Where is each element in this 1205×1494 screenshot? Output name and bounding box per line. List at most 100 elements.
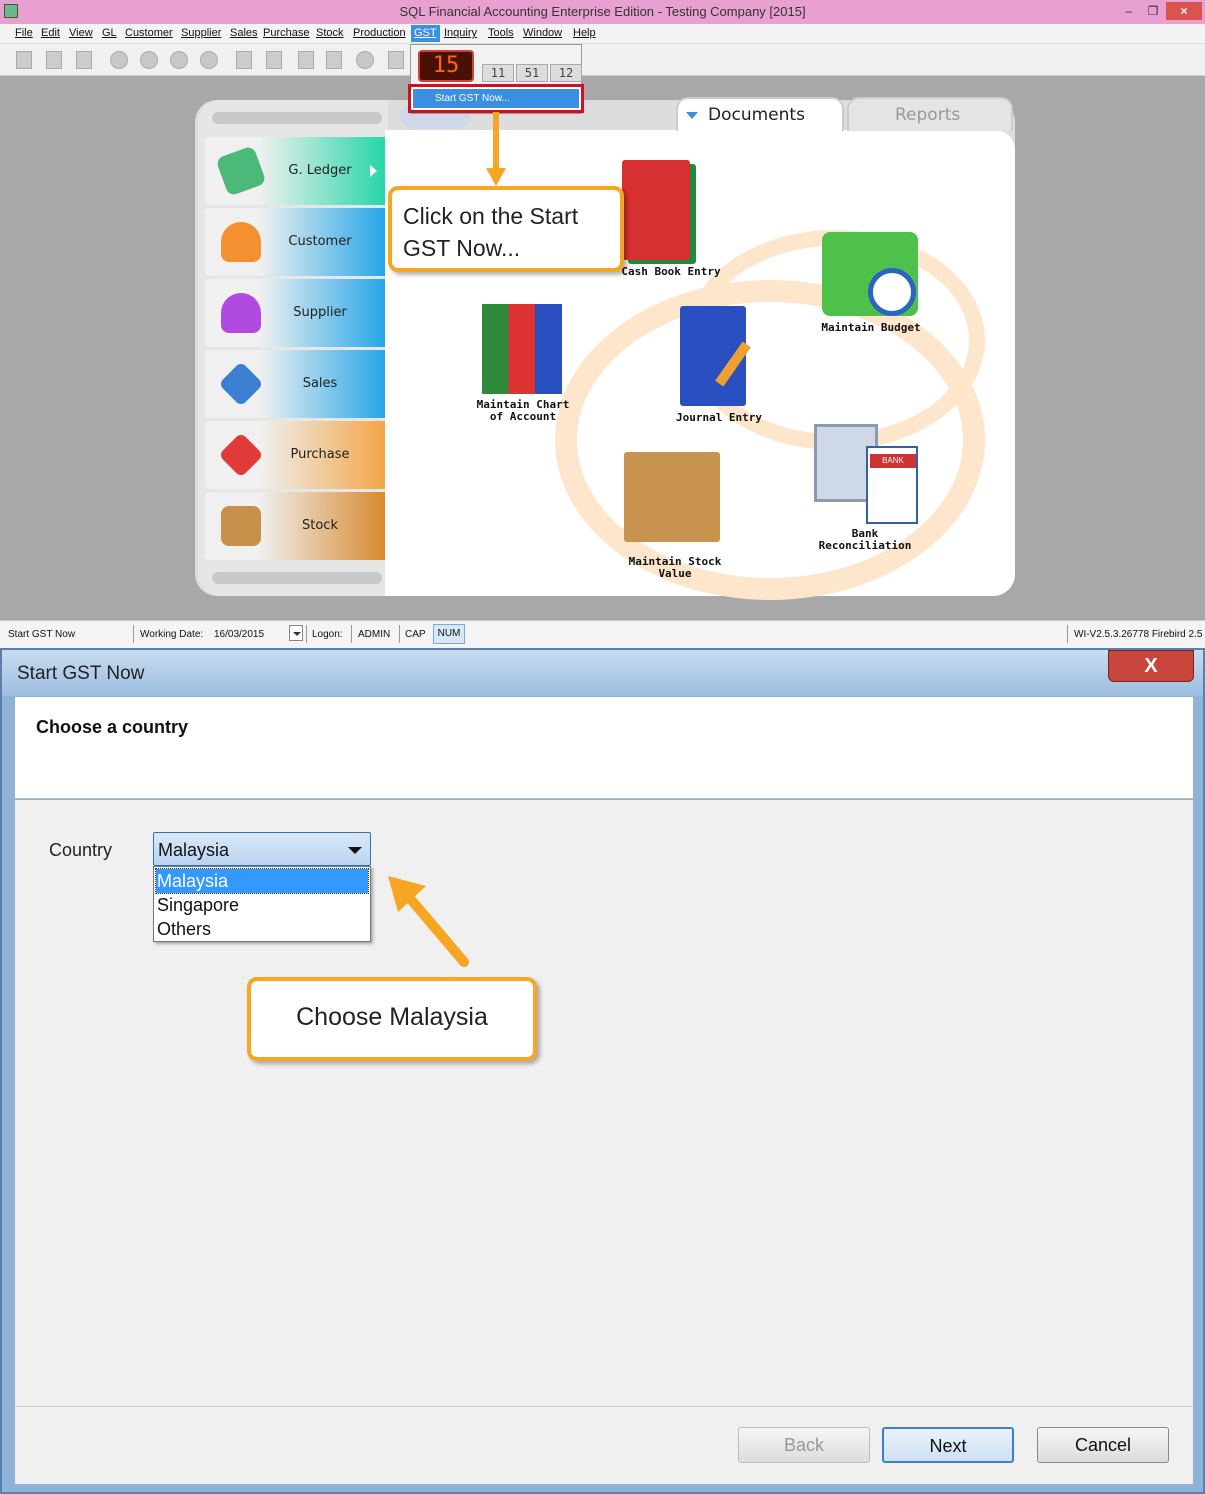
dialog-heading: Choose a country (36, 717, 189, 737)
customer-icon (221, 222, 261, 262)
working-date-label: Working Date: (140, 629, 204, 640)
country-option-malaysia[interactable]: Malaysia (155, 868, 369, 894)
menu-help[interactable]: Help (573, 27, 596, 39)
menu-inquiry[interactable]: Inquiry (444, 27, 477, 39)
country-label: Country (49, 840, 113, 860)
nav-purchase[interactable]: Purchase (205, 421, 385, 489)
back-button[interactable]: Back (738, 1427, 870, 1463)
num-lock-indicator: NUM (433, 624, 465, 644)
nav-customer[interactable]: Customer (205, 208, 385, 276)
cancel-button[interactable]: Cancel (1037, 1427, 1169, 1463)
menu-production[interactable]: Production (353, 27, 406, 39)
menu-gl[interactable]: GL (102, 27, 117, 39)
menu-file[interactable]: File (15, 27, 33, 39)
nav-stock[interactable]: Stock (205, 492, 385, 560)
nav-gledger[interactable]: G. Ledger (205, 137, 385, 205)
status-bar: Start GST Now Working Date: 16/03/2015 L… (0, 620, 1205, 648)
stock-value-label[interactable]: Maintain Stock Value (620, 556, 730, 580)
sales-icon (218, 361, 264, 407)
gledger-icon (215, 145, 267, 197)
menu-edit[interactable]: Edit (41, 27, 60, 39)
arrow-down-icon (486, 112, 506, 186)
country-select-value: Malaysia (158, 840, 230, 860)
country-select[interactable]: Malaysia (153, 832, 371, 866)
bank-reconciliation-label[interactable]: Bank Reconciliation (810, 528, 920, 552)
dialog-title: Start GST Now (17, 663, 145, 684)
chart-of-account-icon[interactable] (482, 304, 562, 394)
logon-user: ADMIN (358, 629, 391, 640)
country-dropdown-list: Malaysia Singapore Others (153, 866, 371, 942)
gst-icon-2[interactable]: 51 (516, 64, 548, 82)
menu-gst[interactable]: GST (411, 25, 440, 42)
cash-book-label[interactable]: Cash Book Entry (616, 266, 726, 278)
next-record-icon[interactable] (170, 51, 188, 69)
dialog-header: Choose a country (15, 697, 1193, 799)
menu-stock[interactable]: Stock (316, 27, 344, 39)
budget-label[interactable]: Maintain Budget (816, 322, 926, 334)
callout-start-gst: Click on the Start GST Now... (388, 186, 624, 272)
screenshot-stage: SQL Financial Accounting Enterprise Edit… (0, 0, 1205, 1494)
chevron-down-icon (293, 632, 301, 636)
paste-icon[interactable] (76, 51, 92, 69)
date-dropdown-button[interactable] (289, 625, 303, 641)
callout-choose-malaysia: Choose Malaysia (247, 977, 537, 1061)
menu-sales[interactable]: Sales (230, 27, 258, 39)
menu-tools[interactable]: Tools (488, 27, 514, 39)
working-date-value: 16/03/2015 (214, 629, 265, 640)
copy-icon[interactable] (46, 51, 62, 69)
clock-icon (868, 268, 916, 316)
purchase-icon (218, 432, 264, 478)
nav-supplier[interactable]: Supplier (205, 279, 385, 347)
arrow-up-left-icon (388, 876, 469, 967)
stock-value-icon[interactable] (624, 452, 720, 542)
menu-supplier[interactable]: Supplier (181, 27, 221, 39)
save-icon[interactable] (326, 51, 342, 69)
nav-sales[interactable]: Sales (205, 350, 385, 418)
chevron-down-icon (686, 112, 698, 119)
restore-button[interactable]: ❐ (1142, 2, 1164, 20)
menu-purchase[interactable]: Purchase (263, 27, 309, 39)
menu-view[interactable]: View (69, 27, 93, 39)
edit-icon[interactable] (266, 51, 282, 69)
version-text: WI-V2.5.3.26778 Firebird 2.5 (1074, 629, 1203, 640)
journal-entry-label[interactable]: Journal Entry (664, 412, 774, 424)
chart-of-account-label[interactable]: Maintain Chart of Account (468, 399, 578, 423)
gst-icon-3[interactable]: 12 (550, 64, 582, 82)
next-button[interactable]: Next (882, 1427, 1014, 1463)
window-title: SQL Financial Accounting Enterprise Edit… (399, 4, 806, 19)
chevron-down-icon (348, 847, 362, 854)
logon-label: Logon: (312, 629, 343, 640)
cancel-icon[interactable] (356, 51, 374, 69)
new-icon[interactable] (236, 51, 252, 69)
dialog-close-button[interactable]: X (1108, 650, 1194, 682)
chevron-right-icon (370, 165, 377, 177)
menu-window[interactable]: Window (523, 27, 562, 39)
tab-reports[interactable]: Reports (847, 97, 1013, 131)
gst-icon-main[interactable]: 15 (418, 50, 474, 82)
start-gst-menu-item[interactable]: Start GST Now... (408, 84, 584, 113)
tab-documents[interactable]: Documents (676, 97, 844, 131)
bank-statement-icon: BANK (866, 446, 918, 524)
toolbar (0, 44, 1205, 76)
close-window-button[interactable]: × (1166, 2, 1202, 20)
menu-bar: File Edit View GL Customer Supplier Sale… (0, 24, 1205, 44)
dialog-title-bar: Start GST Now (2, 650, 1203, 696)
country-option-singapore[interactable]: Singapore (156, 893, 368, 917)
cut-icon[interactable] (16, 51, 32, 69)
cash-book-icon[interactable] (622, 160, 690, 260)
supplier-icon (221, 293, 261, 333)
previous-record-icon[interactable] (140, 51, 158, 69)
menu-customer[interactable]: Customer (125, 27, 173, 39)
delete-icon[interactable] (298, 51, 314, 69)
status-action: Start GST Now (8, 629, 76, 640)
caps-lock-indicator: CAP (405, 629, 426, 640)
minimize-button[interactable]: – (1118, 2, 1140, 20)
gst-icon-1[interactable]: 11 (482, 64, 514, 82)
dialog-footer (15, 1406, 1193, 1484)
country-option-others[interactable]: Others (156, 917, 368, 941)
stock-icon (221, 506, 261, 546)
search-icon[interactable] (388, 51, 404, 69)
first-record-icon[interactable] (110, 51, 128, 69)
last-record-icon[interactable] (200, 51, 218, 69)
title-bar: SQL Financial Accounting Enterprise Edit… (0, 0, 1205, 24)
